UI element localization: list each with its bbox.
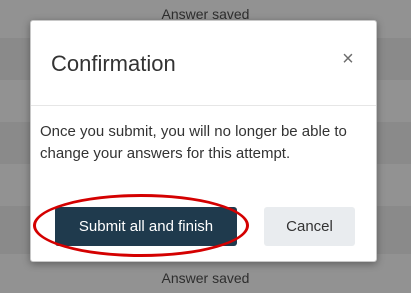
dialog-header: Confirmation × (31, 21, 376, 106)
close-icon[interactable]: × (338, 48, 358, 70)
dialog-message: Once you submit, you will no longer be a… (40, 123, 347, 162)
answer-status-text: Answer saved (161, 269, 250, 286)
submit-all-and-finish-button[interactable]: Submit all and finish (55, 207, 237, 246)
cancel-button[interactable]: Cancel (264, 207, 355, 246)
confirmation-dialog: Confirmation × Once you submit, you will… (30, 20, 377, 262)
dialog-title: Confirmation (51, 51, 176, 76)
